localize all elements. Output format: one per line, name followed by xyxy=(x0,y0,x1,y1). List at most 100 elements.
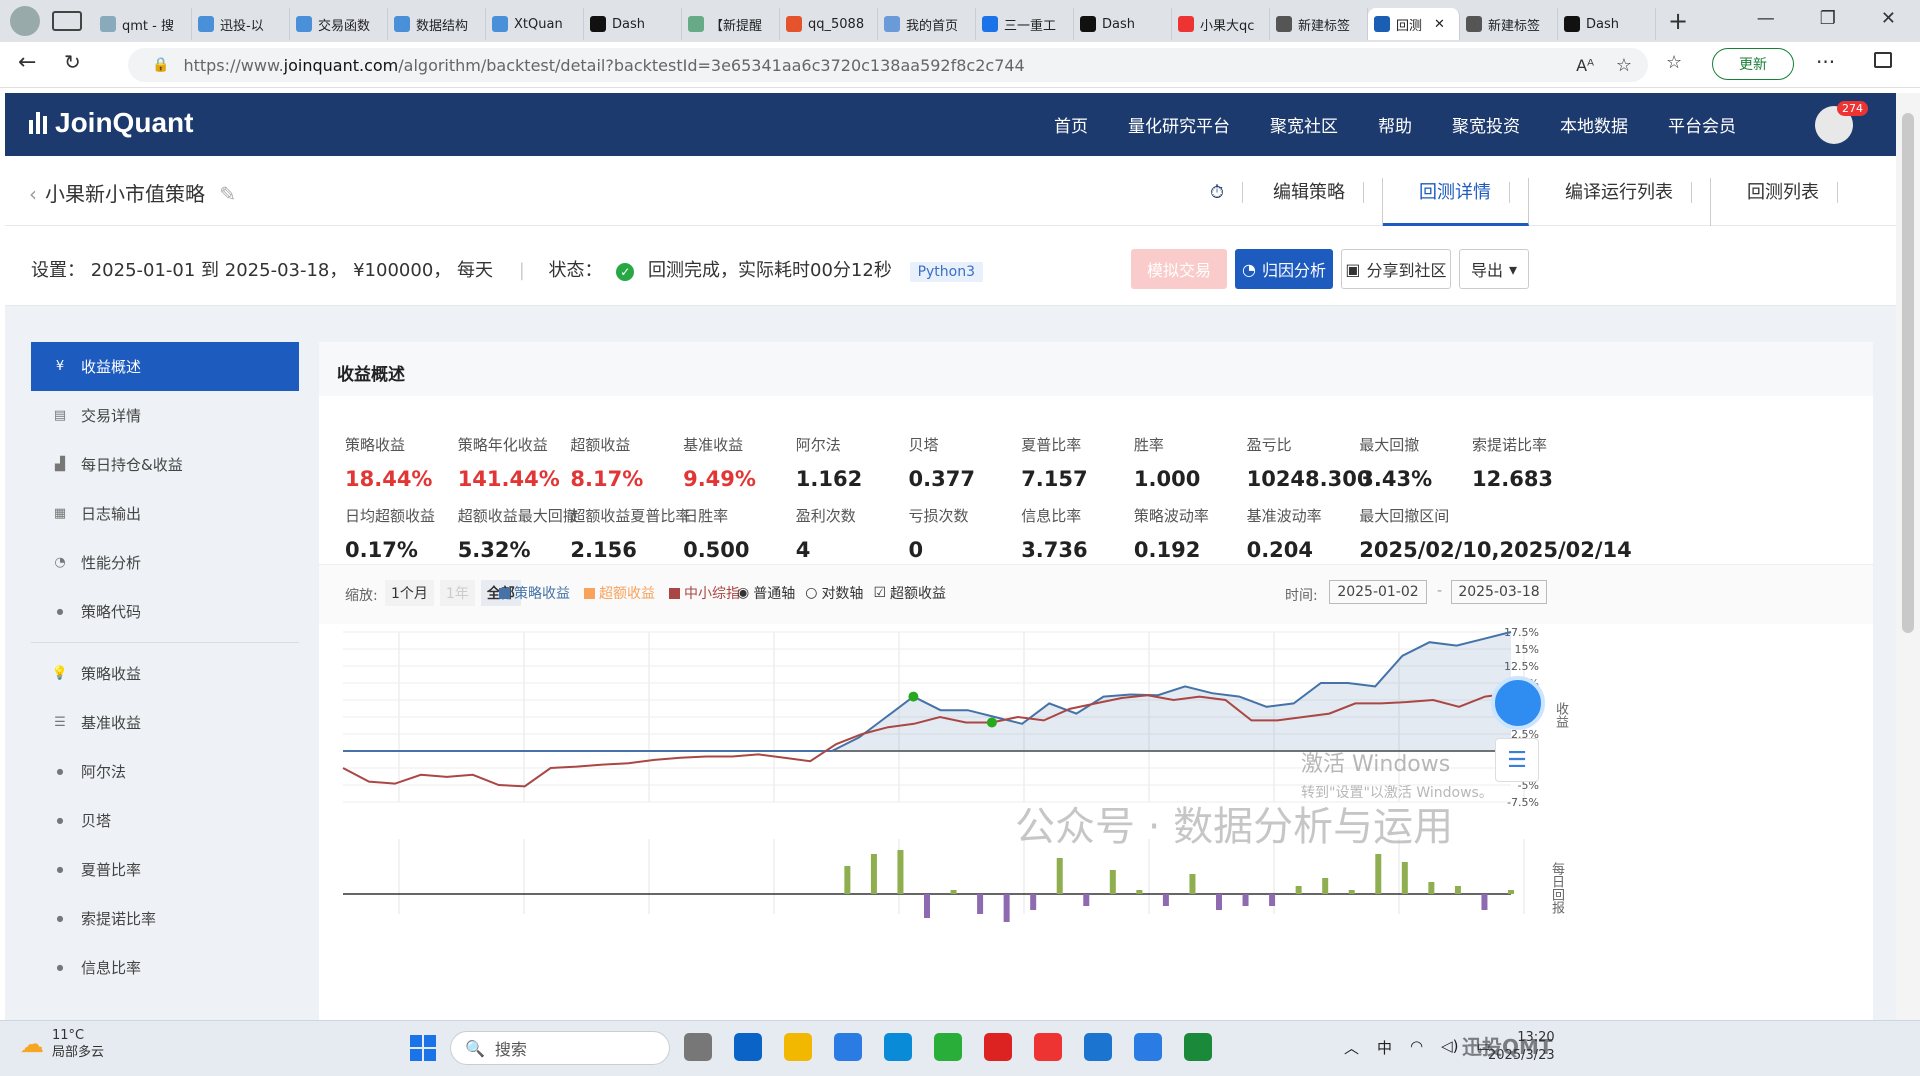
bulb-icon: 💡 xyxy=(51,666,69,681)
nav-item[interactable]: 聚宽社区 xyxy=(1270,112,1338,137)
settings-bar: 设置： 2025-01-01 到 2025-03-18， ¥100000， 每天… xyxy=(5,226,1896,306)
tray-up-icon[interactable]: ︿ xyxy=(1344,1037,1359,1058)
nav-item[interactable]: 首页 xyxy=(1054,112,1088,137)
wps-icon[interactable] xyxy=(984,1033,1012,1061)
tab-actions-icon[interactable] xyxy=(52,11,82,31)
update-button[interactable]: 更新 xyxy=(1712,48,1794,80)
store-icon[interactable] xyxy=(834,1033,862,1061)
menu-list-icon[interactable]: ☰ xyxy=(1495,738,1539,782)
wifi-icon[interactable]: ◠ xyxy=(1410,1037,1423,1058)
read-aloud-icon[interactable]: Aᴬ xyxy=(1576,56,1594,75)
excess-checkbox[interactable]: ☑ 超额收益 xyxy=(873,583,946,603)
browser-tab[interactable]: 三一重工 xyxy=(976,8,1074,40)
files-icon[interactable] xyxy=(684,1033,712,1061)
sidebar-item[interactable]: ☰ 基准收益 xyxy=(31,698,299,747)
app-red-icon[interactable] xyxy=(1034,1033,1062,1061)
strategy-tab[interactable]: 回测详情 xyxy=(1383,178,1529,226)
share-button[interactable]: ▣ 分享到社区 xyxy=(1341,249,1451,289)
edit-pencil-icon[interactable]: ✎ xyxy=(219,182,236,206)
browser-tab[interactable]: qmt - 搜 xyxy=(94,8,192,40)
database-icon: ☰ xyxy=(54,715,66,730)
browser-tab[interactable]: 交易函数 xyxy=(290,8,388,40)
date-to-input[interactable]: 2025-03-18 xyxy=(1451,580,1547,604)
legend-item[interactable]: 策略收益 xyxy=(499,583,570,603)
sidebar-item[interactable]: ● 信息比率 xyxy=(31,943,299,992)
taskbar-search[interactable]: 🔍 搜索 xyxy=(450,1031,670,1065)
nav-item[interactable]: 平台会员 xyxy=(1668,112,1736,137)
browser-tab[interactable]: 迅投-以 xyxy=(192,8,290,40)
notes-icon[interactable] xyxy=(1084,1033,1112,1061)
refresh-icon[interactable]: ↻ xyxy=(64,50,81,74)
nav-item[interactable]: 量化研究平台 xyxy=(1128,112,1230,137)
edge-icon[interactable] xyxy=(884,1033,912,1061)
browser-tab[interactable]: 小果大qc xyxy=(1172,8,1270,40)
legend-item[interactable]: 中小综指 xyxy=(669,583,740,603)
url-field[interactable]: 🔒 https://www. joinquant.com/algorithm/ba… xyxy=(128,48,1648,82)
browser-tab[interactable]: 我的首页 xyxy=(878,8,976,40)
sidebar-item[interactable]: ◔ 性能分析 xyxy=(31,538,299,587)
ime-indicator[interactable]: 中 xyxy=(1377,1037,1392,1058)
nav-item[interactable]: 本地数据 xyxy=(1560,112,1628,137)
sim-trade-button[interactable]: 模拟交易 xyxy=(1131,249,1227,289)
new-tab-button[interactable]: + xyxy=(1668,7,1688,35)
outlook-icon[interactable] xyxy=(734,1033,762,1061)
browser-tab[interactable]: qq_5088 xyxy=(780,8,878,40)
tab-close-icon[interactable]: ✕ xyxy=(1434,17,1445,32)
export-button[interactable]: 导出 ▾ xyxy=(1459,249,1529,289)
sidebar-item[interactable]: ● 贝塔 xyxy=(31,796,299,845)
sidebar-item[interactable]: ▦ 日志输出 xyxy=(31,489,299,538)
sidebar-item[interactable]: ¥ 收益概述 xyxy=(31,342,299,391)
browser-tab[interactable]: 【新提醒 xyxy=(682,8,780,40)
axis-radio[interactable]: ○ 对数轴 xyxy=(805,583,863,603)
profile-avatar[interactable] xyxy=(10,6,40,36)
joinquant-logo[interactable]: JoinQuant xyxy=(29,107,193,139)
qq-icon[interactable] xyxy=(1134,1033,1162,1061)
back-icon[interactable]: ← xyxy=(18,50,36,75)
browser-tab[interactable]: 回测 ✕ xyxy=(1368,8,1460,40)
start-icon[interactable] xyxy=(410,1035,436,1061)
date-from-input[interactable]: 2025-01-02 xyxy=(1329,580,1427,604)
zoom-button[interactable]: 1个月 xyxy=(385,580,434,606)
browser-tab[interactable]: Dash xyxy=(584,8,682,40)
browser-tab[interactable]: XtQuan xyxy=(486,8,584,40)
volume-icon[interactable]: ◁) xyxy=(1441,1037,1458,1058)
tab-title: qq_5088 xyxy=(808,16,865,32)
browser-tab[interactable]: 数据结构 xyxy=(388,8,486,40)
attribution-button[interactable]: ◔ 归因分析 xyxy=(1235,249,1333,289)
minimize-icon[interactable]: — xyxy=(1757,8,1775,29)
terminal-icon[interactable] xyxy=(1184,1033,1212,1061)
explorer-icon[interactable] xyxy=(784,1033,812,1061)
back-chevron-icon[interactable]: ‹ xyxy=(29,182,37,206)
browser-tab[interactable]: 新建标签 xyxy=(1270,8,1368,40)
legend-item[interactable]: 超额收益 xyxy=(584,583,655,603)
strategy-tab[interactable]: 回测列表 xyxy=(1711,178,1856,226)
axis-radio[interactable]: ◉ 普通轴 xyxy=(737,583,795,603)
sidebar-item[interactable]: ▟ 每日持仓&收益 xyxy=(31,440,299,489)
sidebar-toggle-icon[interactable] xyxy=(1874,52,1892,68)
sidebar-item[interactable]: ● 阿尔法 xyxy=(31,747,299,796)
sidebar-item[interactable]: ▤ 交易详情 xyxy=(31,391,299,440)
assistant-bubble-icon[interactable] xyxy=(1491,676,1545,730)
close-window-icon[interactable]: ✕ xyxy=(1881,8,1896,29)
strategy-tab[interactable]: ⏱ 编辑策略 xyxy=(1174,178,1383,226)
wechat-icon[interactable] xyxy=(934,1033,962,1061)
more-icon[interactable]: ··· xyxy=(1816,50,1835,74)
sidebar-item[interactable]: ● 夏普比率 xyxy=(31,845,299,894)
sidebar-item[interactable]: 💡 策略收益 xyxy=(31,649,299,698)
sidebar-item[interactable]: ● 索提诺比率 xyxy=(31,894,299,943)
favorites-icon[interactable]: ☆ xyxy=(1666,52,1682,73)
nav-item[interactable]: 帮助 xyxy=(1378,112,1412,137)
favorite-star-icon[interactable]: ☆ xyxy=(1616,55,1632,76)
browser-tab[interactable]: 新建标签 xyxy=(1460,8,1558,40)
page-scrollbar[interactable] xyxy=(1896,93,1920,1020)
nav-item[interactable]: 聚宽投资 xyxy=(1452,112,1520,137)
strategy-tab[interactable]: 编译运行列表 xyxy=(1529,178,1711,226)
browser-tab[interactable]: Dash xyxy=(1558,8,1656,40)
zoom-button[interactable]: 1年 xyxy=(439,580,475,606)
weather-widget[interactable]: ☁ 11°C 局部多云 xyxy=(20,1027,104,1061)
sidebar-item[interactable]: ● 策略代码 xyxy=(31,587,299,636)
maximize-icon[interactable]: ❐ xyxy=(1820,8,1836,29)
stopwatch-icon: ⏱ xyxy=(1191,182,1243,203)
right-tab-label[interactable]: 每日回报 xyxy=(1547,862,1566,914)
browser-tab[interactable]: Dash xyxy=(1074,8,1172,40)
